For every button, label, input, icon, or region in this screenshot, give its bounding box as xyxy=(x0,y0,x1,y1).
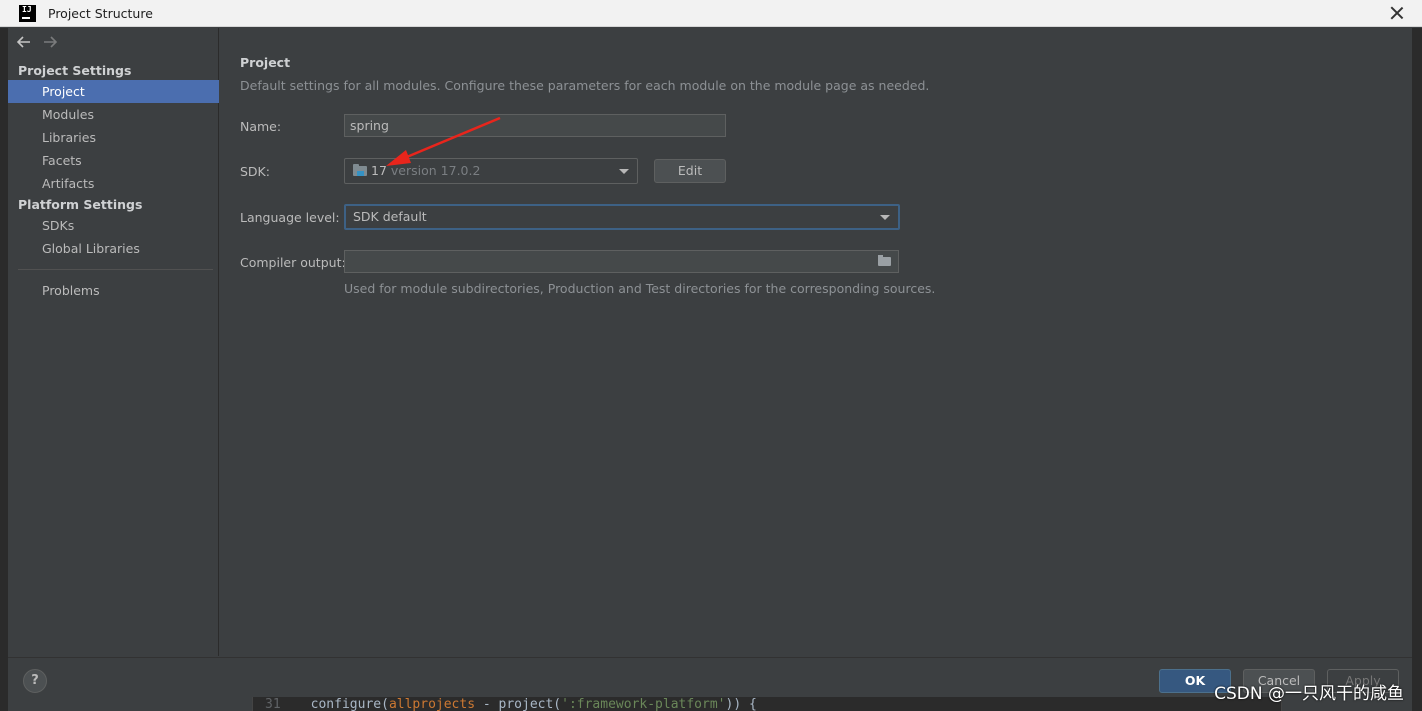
sidebar-item-global-libraries[interactable]: Global Libraries xyxy=(8,237,219,260)
code-keyword: allprojects xyxy=(388,697,476,711)
intellij-app-icon: IJ xyxy=(19,5,36,22)
code-suffix: )) { xyxy=(725,697,757,711)
code-middle: - project( xyxy=(475,697,562,711)
arrow-left-icon[interactable] xyxy=(16,34,32,50)
arrow-right-icon[interactable] xyxy=(42,34,58,50)
sdk-label: SDK: xyxy=(240,164,270,179)
sidebar-divider xyxy=(18,269,213,270)
compiler-output-input[interactable] xyxy=(344,250,899,273)
sdk-version: version 17.0.2 xyxy=(390,163,481,178)
edit-button[interactable]: Edit xyxy=(654,159,726,183)
chevron-down-icon xyxy=(880,215,890,220)
folder-icon[interactable] xyxy=(878,255,891,266)
project-structure-dialog: IJ Project Structure Project Settings Pr… xyxy=(0,0,1422,711)
compiler-output-label: Compiler output: xyxy=(240,255,346,270)
sdk-dropdown[interactable]: 17 version 17.0.2 xyxy=(344,158,638,184)
window-title: Project Structure xyxy=(48,6,153,21)
sidebar-item-project[interactable]: Project xyxy=(8,80,219,103)
sdk-name: 17 xyxy=(371,163,387,178)
close-icon[interactable] xyxy=(1388,4,1406,22)
editor-background: 31 configure(allprojects - project(':fram… xyxy=(252,697,1282,711)
watermark: CSDN @一只风干的咸鱼 xyxy=(1214,684,1404,704)
sidebar: Project Settings Project Modules Librari… xyxy=(8,28,219,656)
line-number: 31 xyxy=(265,697,281,711)
section-platform-settings: Platform Settings xyxy=(18,197,143,212)
code-prefix: configure( xyxy=(310,697,389,711)
window-edge-left xyxy=(0,28,8,711)
sidebar-item-modules[interactable]: Modules xyxy=(8,103,219,126)
sidebar-item-facets[interactable]: Facets xyxy=(8,149,219,172)
help-icon[interactable]: ? xyxy=(23,669,47,693)
sidebar-item-libraries[interactable]: Libraries xyxy=(8,126,219,149)
language-level-value: SDK default xyxy=(353,209,427,224)
chevron-down-icon xyxy=(619,169,629,174)
section-project-settings: Project Settings xyxy=(18,63,132,78)
window-edge-right xyxy=(1412,28,1422,711)
sidebar-item-problems[interactable]: Problems xyxy=(8,279,219,302)
language-level-dropdown[interactable]: SDK default xyxy=(344,204,900,230)
page-description: Default settings for all modules. Config… xyxy=(240,78,930,93)
language-level-label: Language level: xyxy=(240,210,340,225)
code-string: ':framework-platform' xyxy=(561,697,726,711)
title-bar: IJ Project Structure xyxy=(0,0,1422,27)
compiler-output-hint: Used for module subdirectories, Producti… xyxy=(344,281,936,296)
project-settings-panel: Project Default settings for all modules… xyxy=(220,28,1412,656)
sidebar-item-artifacts[interactable]: Artifacts xyxy=(8,172,219,195)
sidebar-item-sdks[interactable]: SDKs xyxy=(8,214,219,237)
name-input[interactable]: spring xyxy=(344,114,726,137)
folder-icon xyxy=(353,164,367,176)
name-label: Name: xyxy=(240,119,282,134)
page-title: Project xyxy=(240,55,291,70)
